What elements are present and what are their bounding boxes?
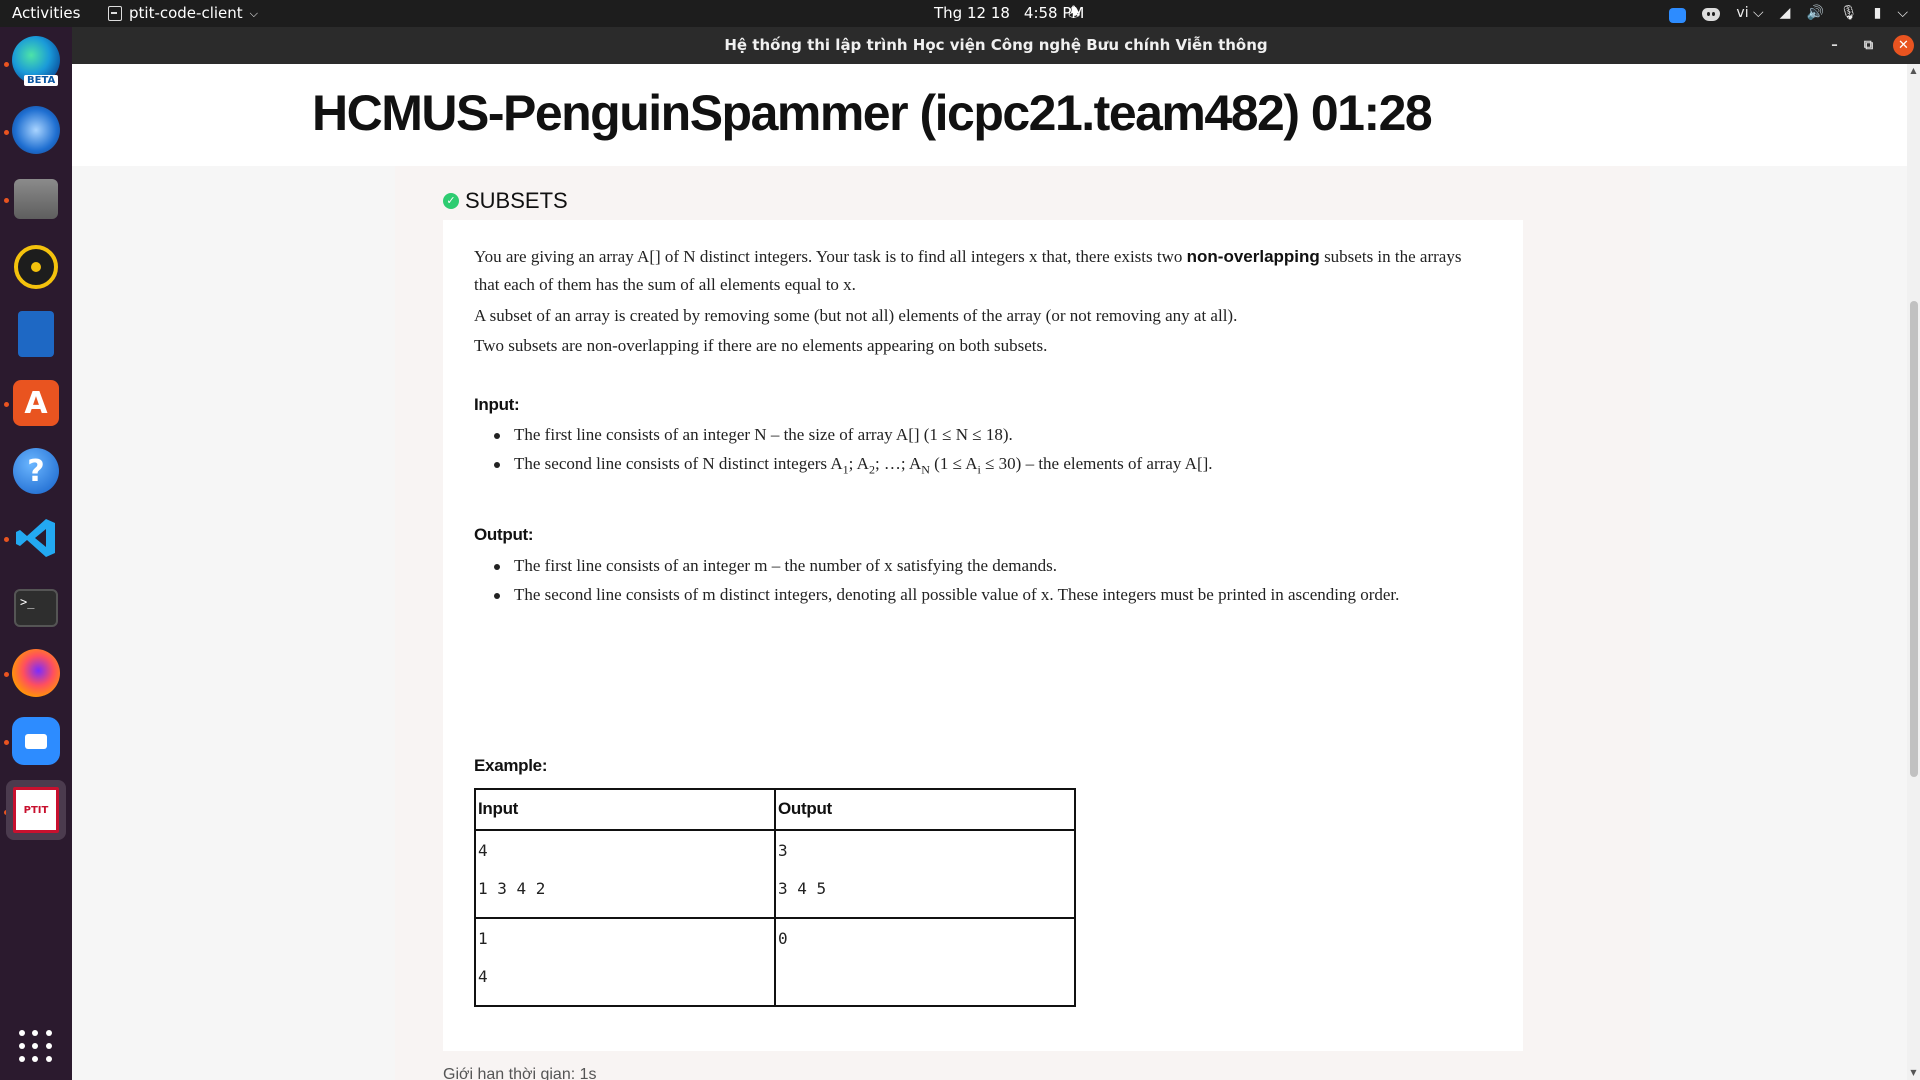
problem-area: ✓ SUBSETS You are giving an array A[] of… xyxy=(395,166,1650,1080)
time-limit-text: Giới hạn thời gian: 1s xyxy=(443,1066,597,1080)
statement-paragraph: Two subsets are non-overlapping if there… xyxy=(474,336,1048,355)
table-header-row: Input Output xyxy=(474,788,1076,831)
show-applications-icon[interactable] xyxy=(19,1029,53,1063)
clock[interactable]: Thg 12 18 4:58 PM xyxy=(934,0,1084,27)
output-heading: Output: xyxy=(474,525,534,544)
page-scrollbar[interactable]: ▲ ▼ xyxy=(1907,64,1920,1080)
input-language[interactable]: vi ⌵ xyxy=(1736,0,1763,27)
chevron-down-icon[interactable]: ⌵ xyxy=(1897,0,1908,27)
terminal-icon[interactable]: >_ xyxy=(14,589,58,627)
volume-icon[interactable]: 🔊 xyxy=(1806,0,1823,27)
dock: BETA A ? >_ PTIT xyxy=(0,27,72,1080)
example-output-cell: 33 4 5 xyxy=(774,829,1076,919)
notification-bell-icon[interactable]: 🕭 xyxy=(1068,0,1081,27)
beta-badge: BETA xyxy=(24,75,59,86)
zoom-icon[interactable] xyxy=(12,717,60,765)
example-input-cell: 14 xyxy=(474,917,776,1007)
activities-button[interactable]: Activities xyxy=(12,0,80,27)
table-header-cell: Output xyxy=(774,788,1076,831)
input-bullet: The second line consists of N distinct i… xyxy=(494,454,1213,477)
app-menu[interactable]: ptit-code-client ⌵ xyxy=(108,0,258,27)
page-viewport: HCMUS-PenguinSpammer (icpc21.team482) 01… xyxy=(72,64,1920,1080)
running-indicator xyxy=(4,130,9,135)
discord-tray-icon[interactable] xyxy=(1702,8,1721,21)
close-icon[interactable]: ✕ xyxy=(1893,35,1914,56)
app-menu-label: ptit-code-client xyxy=(129,4,243,22)
scroll-down-arrow-icon[interactable]: ▼ xyxy=(1909,1068,1918,1077)
thunderbird-icon[interactable] xyxy=(12,106,60,154)
rhythmbox-icon[interactable] xyxy=(14,245,58,289)
example-heading: Example: xyxy=(474,756,548,775)
table-row: 14 0 xyxy=(474,917,1076,1007)
firefox-icon[interactable] xyxy=(12,649,60,697)
table-row: 41 3 4 2 33 4 5 xyxy=(474,829,1076,919)
problem-title: ✓ SUBSETS xyxy=(443,188,568,214)
ptit-code-client-icon[interactable]: PTIT xyxy=(13,787,59,833)
top-bar: Activities ptit-code-client ⌵ Thg 12 18 … xyxy=(0,0,1920,27)
help-icon[interactable]: ? xyxy=(13,448,59,494)
software-store-icon[interactable]: A xyxy=(13,380,59,426)
output-bullet: The second line consists of m distinct i… xyxy=(493,585,1400,604)
running-indicator xyxy=(4,402,9,407)
app-window-icon xyxy=(108,6,122,21)
running-indicator xyxy=(4,672,9,677)
table-header-cell: Input xyxy=(474,788,776,831)
statement-paragraph: A subset of an array is created by remov… xyxy=(474,306,1238,325)
example-output-cell: 0 xyxy=(774,917,1076,1007)
input-bullet: The first line consists of an integer N … xyxy=(494,425,1013,444)
chevron-down-icon: ⌵ xyxy=(249,7,258,20)
restore-icon[interactable]: ⧉ xyxy=(1858,35,1879,56)
files-icon[interactable] xyxy=(14,179,58,219)
edge-browser-icon[interactable]: BETA xyxy=(12,36,60,86)
output-bullet: The first line consists of an integer m … xyxy=(494,556,1057,575)
libreoffice-writer-icon[interactable] xyxy=(18,311,54,357)
running-indicator xyxy=(4,740,9,745)
running-indicator xyxy=(4,537,9,542)
running-indicator xyxy=(4,62,9,67)
microphone-icon[interactable]: 🎙 xyxy=(1840,0,1858,27)
zoom-tray-icon[interactable] xyxy=(1669,8,1687,23)
battery-icon[interactable]: ▮ xyxy=(1874,0,1882,27)
statement-paragraph: You are giving an array A[] of N distinc… xyxy=(474,247,1462,266)
vscode-icon[interactable] xyxy=(13,515,59,561)
scroll-up-arrow-icon[interactable]: ▲ xyxy=(1909,66,1918,75)
contest-header: HCMUS-PenguinSpammer (icpc21.team482) 01… xyxy=(72,64,1907,166)
problem-name: SUBSETS xyxy=(465,188,568,213)
example-input-cell: 41 3 4 2 xyxy=(474,829,776,919)
scrollbar-thumb[interactable] xyxy=(1910,301,1918,777)
input-heading: Input: xyxy=(474,395,520,414)
statement-paragraph: that each of them has the sum of all ele… xyxy=(474,275,856,294)
window-title: Hệ thống thi lập trình Học viện Công ngh… xyxy=(724,36,1268,54)
window-titlebar[interactable]: Hệ thống thi lập trình Học viện Công ngh… xyxy=(72,27,1920,64)
example-table: Input Output 41 3 4 2 33 4 5 14 0 xyxy=(474,788,1076,1007)
minimize-icon[interactable]: – xyxy=(1824,35,1845,56)
problem-statement-card: You are giving an array A[] of N distinc… xyxy=(443,220,1523,1051)
system-tray[interactable]: vi ⌵ ◢ 🔊 🎙 ▮ ⌵ xyxy=(1669,0,1908,27)
wifi-icon[interactable]: ◢ xyxy=(1780,0,1791,27)
team-header: HCMUS-PenguinSpammer (icpc21.team482) 01… xyxy=(312,85,1433,141)
running-indicator xyxy=(4,198,9,203)
check-circle-icon: ✓ xyxy=(443,193,459,209)
clock-date: Thg 12 18 xyxy=(934,4,1010,22)
